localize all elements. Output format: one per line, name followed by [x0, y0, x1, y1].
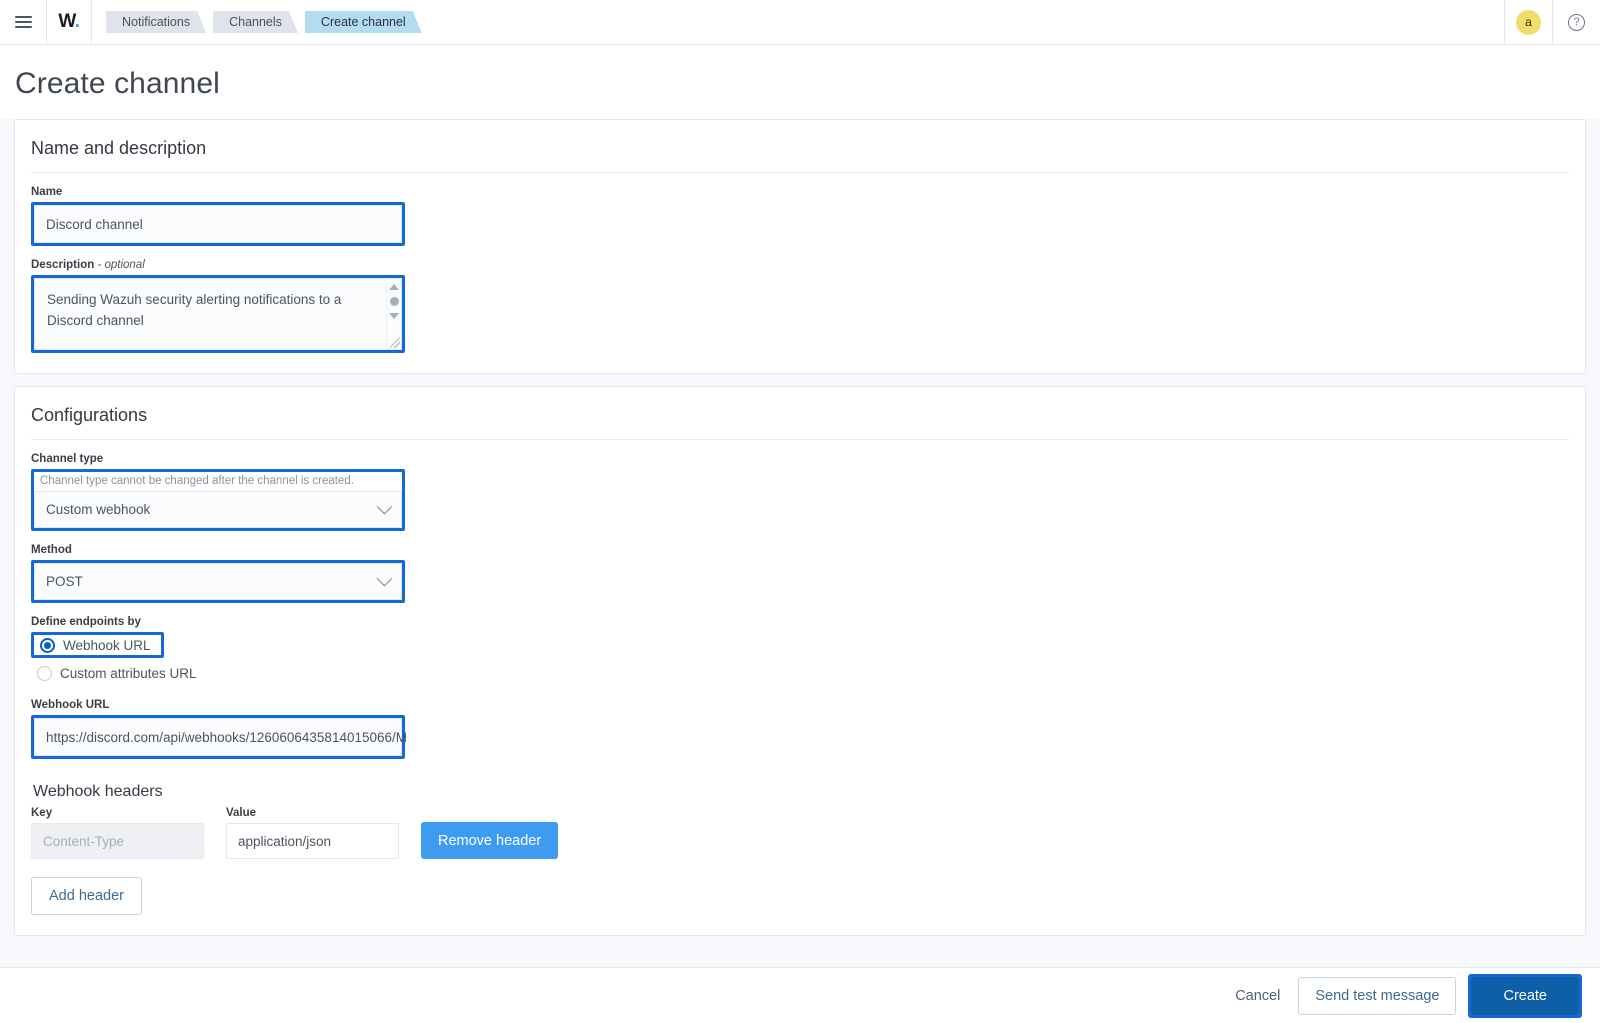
cancel-button[interactable]: Cancel — [1217, 977, 1298, 1015]
name-label: Name — [31, 186, 63, 198]
radio-custom-attributes-icon[interactable] — [37, 666, 52, 681]
add-header-button[interactable]: Add header — [31, 877, 142, 915]
chevron-down-icon — [376, 570, 393, 587]
top-bar-left: W. Notifications Channels Create channel — [0, 0, 429, 44]
name-input-focus-ring: Discord channel — [31, 202, 405, 246]
radio-webhook-url-icon[interactable] — [40, 637, 55, 653]
page-container: Create channel Name and description Name… — [0, 45, 1600, 1023]
help-cell: ? — [1552, 0, 1600, 44]
footer-action-bar: Cancel Send test message Create — [0, 967, 1600, 1023]
create-button[interactable]: Create — [1471, 976, 1579, 1015]
send-test-message-button[interactable]: Send test message — [1298, 976, 1457, 1015]
breadcrumb-item-channels[interactable]: Channels — [213, 11, 298, 33]
create-button-focus-ring: Create — [1468, 973, 1582, 1018]
radio-custom-attributes-label: Custom attributes URL — [60, 666, 197, 681]
name-field-group: Name Discord channel — [31, 186, 1569, 246]
define-endpoints-label: Define endpoints by — [31, 616, 141, 628]
header-value-input[interactable]: application/json — [226, 823, 399, 859]
webhook-header-row: Key Content-Type Value application/json … — [31, 807, 1569, 859]
header-key-group: Key Content-Type — [31, 807, 204, 859]
method-field-group: Method POST — [31, 544, 1569, 603]
configurations-card: Configurations Channel type Channel type… — [14, 386, 1586, 936]
hamburger-line — [14, 16, 32, 18]
card-title-configurations: Configurations — [31, 405, 1569, 440]
top-bar: W. Notifications Channels Create channel… — [0, 0, 1600, 45]
webhook-url-label: Webhook URL — [31, 699, 110, 711]
page-title: Create channel — [0, 45, 1600, 119]
resize-grip-icon[interactable] — [389, 337, 400, 348]
webhook-url-focus-ring: https://discord.com/api/webhooks/1260606… — [31, 715, 407, 759]
description-textarea-focus-ring: Sending Wazuh security alerting notifica… — [31, 275, 405, 353]
chevron-down-icon — [376, 498, 393, 515]
channel-type-label: Channel type — [31, 453, 104, 465]
description-label: Description - optional — [31, 259, 145, 271]
hamburger-line — [14, 26, 32, 28]
webhook-url-input[interactable]: https://discord.com/api/webhooks/1260606… — [34, 718, 407, 756]
description-textarea[interactable]: Sending Wazuh security alerting notifica… — [34, 278, 402, 350]
name-input[interactable]: Discord channel — [34, 205, 402, 243]
channel-type-select[interactable]: Custom webhook — [34, 491, 402, 528]
hamburger-line — [14, 21, 32, 23]
breadcrumb-item-notifications[interactable]: Notifications — [106, 11, 206, 33]
scrollbar-thumb[interactable] — [389, 297, 399, 306]
breadcrumb-item-create-channel[interactable]: Create channel — [305, 11, 422, 33]
method-select[interactable]: POST — [34, 563, 402, 600]
channel-type-focus-ring: Channel type cannot be changed after the… — [31, 469, 405, 531]
scroll-up-arrow-icon[interactable] — [389, 284, 399, 290]
channel-type-selected-value: Custom webhook — [46, 502, 151, 517]
breadcrumb: Notifications Channels Create channel — [92, 11, 429, 33]
header-key-input[interactable]: Content-Type — [31, 823, 204, 859]
description-field-group: Description - optional Sending Wazuh sec… — [31, 259, 1569, 353]
radio-option-custom-attributes-url[interactable]: Custom attributes URL — [31, 661, 1569, 686]
avatar-cell: a — [1504, 0, 1552, 44]
description-optional-tag: - optional — [97, 259, 145, 271]
webhook-url-field-group: Webhook URL https://discord.com/api/webh… — [31, 699, 1569, 759]
remove-header-button[interactable]: Remove header — [421, 822, 559, 859]
channel-type-help-text: Channel type cannot be changed after the… — [34, 472, 402, 491]
description-textarea-value: Sending Wazuh security alerting notifica… — [47, 292, 342, 328]
radio-option-webhook-url[interactable]: Webhook URL — [31, 632, 164, 658]
define-endpoints-group: Define endpoints by Webhook URL Custom a… — [31, 616, 1569, 686]
logo-dot: . — [74, 11, 80, 32]
hamburger-icon[interactable] — [0, 0, 46, 44]
header-value-label: Value — [226, 807, 257, 819]
avatar[interactable]: a — [1516, 9, 1541, 35]
channel-type-select-box: Channel type cannot be changed after the… — [34, 472, 402, 528]
top-bar-right: a ? — [1504, 0, 1600, 44]
scroll-down-arrow-icon[interactable] — [389, 313, 399, 319]
page-content: Name and description Name Discord channe… — [0, 119, 1600, 967]
logo-text: W. — [58, 11, 80, 32]
webhook-headers-title: Webhook headers — [33, 783, 163, 800]
method-label: Method — [31, 544, 72, 556]
header-value-group: Value application/json — [226, 807, 399, 859]
method-select-box: POST — [34, 563, 402, 600]
card-title-name-description: Name and description — [31, 138, 1569, 173]
method-selected-value: POST — [46, 574, 83, 589]
channel-type-field-group: Channel type Channel type cannot be chan… — [31, 453, 1569, 531]
name-and-description-card: Name and description Name Discord channe… — [14, 119, 1586, 374]
app-logo[interactable]: W. — [46, 0, 92, 44]
radio-webhook-url-label: Webhook URL — [63, 637, 151, 653]
header-key-label: Key — [31, 807, 53, 819]
help-icon[interactable]: ? — [1568, 13, 1585, 31]
method-focus-ring: POST — [31, 560, 405, 603]
